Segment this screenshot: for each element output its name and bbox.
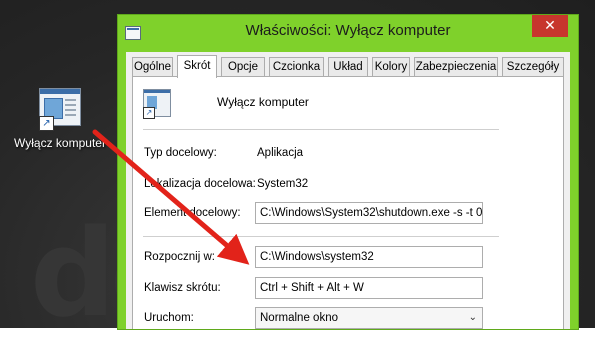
desktop-shortcut-label: Wyłącz komputer (14, 136, 106, 150)
target-label: Element docelowy: (144, 207, 241, 219)
tab-layout[interactable]: Układ (328, 57, 368, 76)
tab-details[interactable]: Szczegóły (502, 57, 564, 76)
run-select-value: Normalne okno (260, 312, 338, 324)
shortcut-app-icon: ↗ (143, 89, 171, 119)
tab-colors[interactable]: Kolory (372, 57, 410, 76)
run-label: Uruchom: (144, 312, 194, 324)
start-in-input[interactable]: C:\Windows\system32 (255, 246, 483, 268)
close-icon: ✕ (544, 17, 556, 33)
shortcut-name: Wyłącz komputer (217, 95, 309, 109)
tab-security[interactable]: Zabezpieczenia (414, 57, 498, 76)
properties-dialog: Właściwości: Wyłącz komputer ✕ Ogólne Sk… (117, 14, 579, 330)
close-button[interactable]: ✕ (532, 15, 568, 37)
shortcut-key-input[interactable]: Ctrl + Shift + Alt + W (255, 277, 483, 299)
shortcut-overlay-arrow-icon: ↗ (143, 107, 155, 119)
shortcut-tab-panel: ↗ Wyłącz komputer Typ docelowy: Aplikacj… (132, 76, 564, 329)
desktop-shortcut[interactable]: ↗ Wyłącz komputer (6, 88, 114, 150)
target-input[interactable]: C:\Windows\System32\shutdown.exe -s -t 0… (255, 202, 483, 224)
run-select[interactable]: Normalne okno ⌄ (255, 307, 483, 329)
target-location-label: Lokalizacja docelowa: (144, 178, 256, 190)
dialog-title: Właściwości: Wyłącz komputer (245, 22, 451, 39)
target-type-value: Aplikacja (257, 147, 304, 159)
shortcut-overlay-arrow-icon: ↗ (39, 116, 54, 131)
shortcut-key-label: Klawisz skrótu: (144, 282, 221, 294)
chevron-down-icon: ⌄ (468, 312, 477, 323)
tab-general[interactable]: Ogólne (132, 57, 173, 76)
divider (143, 129, 499, 130)
target-location-value: System32 (257, 178, 309, 190)
tab-font[interactable]: Czcionka (269, 57, 324, 76)
shortcut-app-icon: ↗ (39, 88, 81, 131)
tab-options[interactable]: Opcje (221, 57, 265, 76)
tab-shortcut[interactable]: Skrót (177, 55, 217, 78)
target-type-label: Typ docelowy: (144, 147, 217, 159)
title-bar[interactable]: Właściwości: Wyłącz komputer ✕ (118, 15, 578, 45)
divider (143, 236, 499, 237)
dialog-body: Ogólne Skrót Opcje Czcionka Układ Kolory… (126, 52, 570, 329)
start-in-label: Rozpocznij w: (144, 251, 215, 263)
